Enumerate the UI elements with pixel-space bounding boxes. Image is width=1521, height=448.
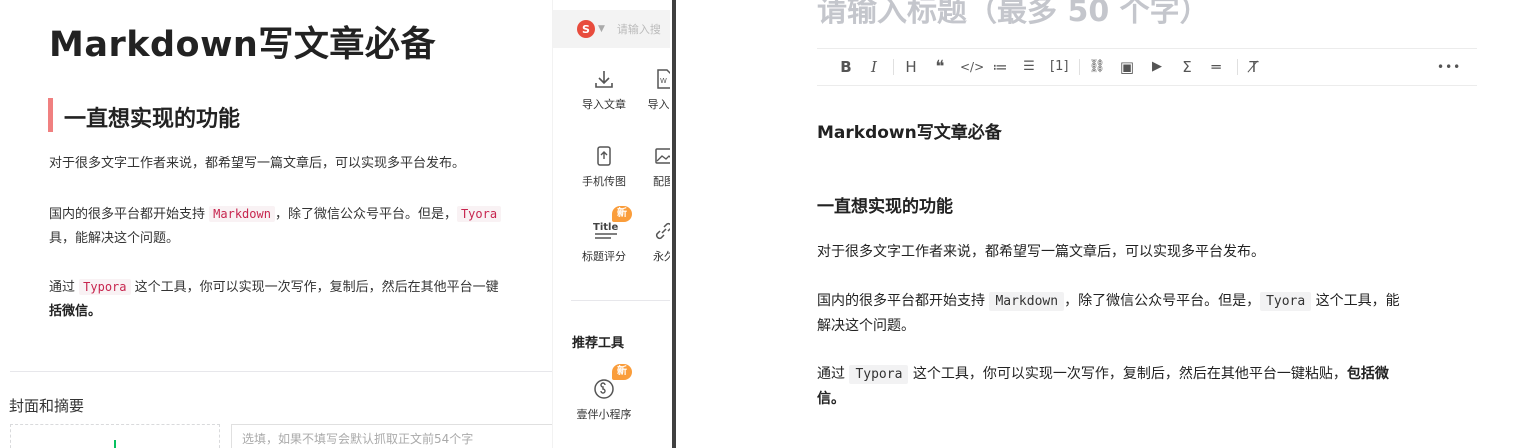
tool-import-word-label: 导入W xyxy=(647,98,670,111)
divider-button[interactable]: ═ xyxy=(1207,57,1225,77)
article-preview-pane: Markdown写文章必备 一直想实现的功能 对于很多文字工作者来说，都希望写一… xyxy=(0,0,556,448)
editor-paragraph-2: 国内的很多平台都开始支持 Markdown ，除了微信公众号平台。但是， Tyora… xyxy=(817,289,1400,314)
editor-paragraph-2-text-c: 这个工具，能 xyxy=(1311,293,1400,309)
more-button[interactable]: ••• xyxy=(1437,57,1461,77)
tool-import-article-label: 导入文章 xyxy=(582,98,626,111)
editor-inline-code-tyora: Tyora xyxy=(1260,292,1312,311)
tool-phone-upload[interactable]: 手机传图 xyxy=(574,145,634,189)
editor-paragraph-2-line-2: 解决这个问题。 xyxy=(817,318,915,334)
paragraph-3-text-b: 这个工具，你可以实现一次写作，复制后，然后在其他平台一键 xyxy=(130,280,499,295)
paragraph-3-text-a: 通过 xyxy=(49,280,80,295)
image-button[interactable]: ▣ xyxy=(1118,57,1136,77)
editor-paragraph-3-text-b: 这个工具，你可以实现一次写作，复制后，然后在其他平台一键粘贴， xyxy=(908,366,1347,382)
svg-text:Title: Title xyxy=(593,222,618,233)
chevron-down-icon[interactable]: ▼ xyxy=(598,24,605,34)
tool-image[interactable]: 配图 xyxy=(634,145,670,189)
mini-program-icon xyxy=(593,378,615,400)
editor-paragraph-3-bold: 包括微 xyxy=(1346,366,1389,382)
title-input[interactable]: 请输入标题（最多 50 个字） xyxy=(817,0,1210,30)
new-badge: 新 xyxy=(612,364,632,380)
add-cover-icon xyxy=(114,440,116,448)
markdown-editor-pane: 请输入标题（最多 50 个字） B I H ❝ </> ≔ ☰ [1] ⛓ ▣ … xyxy=(676,0,1521,448)
image-icon xyxy=(653,145,670,167)
tool-import-article[interactable]: 导入文章 xyxy=(574,68,634,112)
paragraph-3-line-2: 括微信。 xyxy=(49,304,102,319)
editor-paragraph-2-text-b: ，除了微信公众号平台。但是， xyxy=(1064,293,1261,309)
cover-summary-label: 封面和摘要 xyxy=(9,397,85,415)
paragraph-2: 国内的很多平台都开始支持 Markdown ，除了微信公众号平台。但是， Tyora xyxy=(49,202,502,227)
recommended-tools-heading: 推荐工具 xyxy=(572,336,625,351)
import-icon xyxy=(593,68,615,90)
editor-toolbar: B I H ❝ </> ≔ ☰ [1] ⛓ ▣ ▶ Σ ═ T̸ ••• xyxy=(817,48,1477,86)
paragraph-3: 通过 Typora 这个工具，你可以实现一次写作，复制后，然后在其他平台一键 xyxy=(49,275,499,300)
summary-input[interactable]: 选填，如果不填写会默认抓取正文前54个字 xyxy=(231,424,556,448)
toolbar-separator xyxy=(893,59,894,75)
video-button[interactable]: ▶ xyxy=(1148,57,1166,77)
svg-text:W: W xyxy=(660,77,667,85)
tool-permanent-link[interactable]: 永久 xyxy=(634,220,670,264)
word-icon: W xyxy=(653,68,670,90)
link-button[interactable]: ⛓ xyxy=(1088,57,1106,77)
cover-divider xyxy=(10,371,556,372)
editor-heading-1: Markdown写文章必备 xyxy=(817,123,1002,143)
paragraph-2-text-a: 国内的很多平台都开始支持 xyxy=(49,207,210,222)
new-badge: 新 xyxy=(612,206,632,222)
section-accent-bar xyxy=(48,98,53,132)
editor-inline-code-markdown: Markdown xyxy=(989,292,1065,311)
link-icon xyxy=(653,220,670,242)
editor-paragraph-3-line-2: 信。 xyxy=(817,391,845,407)
clear-format-button[interactable]: T̸ xyxy=(1245,57,1263,77)
inline-code-markdown: Markdown xyxy=(209,206,275,222)
formula-button[interactable]: Σ xyxy=(1178,57,1196,77)
editor-paragraph-2-text-a: 国内的很多平台都开始支持 xyxy=(817,293,990,309)
title-score-icon: Title xyxy=(593,220,618,242)
editor-inline-code-typora: Typora xyxy=(849,365,909,384)
italic-button[interactable]: I xyxy=(865,57,883,77)
inline-code-tyora: Tyora xyxy=(456,206,502,222)
tool-image-label: 配图 xyxy=(653,175,670,188)
bold-button[interactable]: B xyxy=(837,57,855,77)
editor-heading-2: 一直想实现的功能 xyxy=(817,197,953,217)
tool-import-word[interactable]: W 导入W xyxy=(634,68,670,112)
toolbar-separator xyxy=(1079,59,1080,75)
tool-title-score[interactable]: Title 标题评分 xyxy=(574,220,634,264)
toolbar-separator xyxy=(1237,59,1238,75)
sogou-search-input[interactable]: 请输入搜 xyxy=(617,21,661,37)
plugin-toolbar: S ▼ 请输入搜 导入文章 W 导入W 手机传图 配图 Title 标题评分 xyxy=(552,0,670,448)
section-title: 一直想实现的功能 xyxy=(64,107,241,132)
tool-permanent-link-label: 永久 xyxy=(653,250,670,263)
ordered-list-button[interactable]: ≔ xyxy=(991,57,1009,77)
unordered-list-button[interactable]: ☰ xyxy=(1020,57,1038,77)
footnote-button[interactable]: [1] xyxy=(1050,57,1068,77)
phone-upload-icon xyxy=(593,145,615,167)
sogou-logo-icon: S xyxy=(577,20,595,38)
editor-paragraph-3: 通过 Typora 这个工具，你可以实现一次写作，复制后，然后在其他平台一键粘贴… xyxy=(817,362,1389,387)
quote-button[interactable]: ❝ xyxy=(931,57,949,77)
paragraph-2-text-b: ，除了微信公众号平台。但是， xyxy=(274,207,457,222)
heading-button[interactable]: H xyxy=(902,57,920,77)
editor-paragraph-1: 对于很多文字工作者来说，都希望写一篇文章后，可以实现多平台发布。 xyxy=(817,244,1265,260)
paragraph-1: 对于很多文字工作者来说，都希望写一篇文章后，可以实现多平台发布。 xyxy=(49,156,466,171)
code-button[interactable]: </> xyxy=(960,57,984,77)
inline-code-typora: Typora xyxy=(79,279,131,295)
tool-mini-program-label: 壹伴小程序 xyxy=(576,408,632,421)
tool-mini-program[interactable]: 壹伴小程序 xyxy=(574,378,634,422)
toolbar-divider xyxy=(571,300,670,301)
paragraph-2-line-2: 具，能解决这个问题。 xyxy=(49,231,180,246)
tool-phone-upload-label: 手机传图 xyxy=(582,175,626,188)
tool-title-score-label: 标题评分 xyxy=(582,250,626,263)
article-title: Markdown写文章必备 xyxy=(49,25,436,65)
editor-paragraph-3-text-a: 通过 xyxy=(817,366,850,382)
sogou-search-bar[interactable]: S ▼ 请输入搜 xyxy=(553,10,670,48)
